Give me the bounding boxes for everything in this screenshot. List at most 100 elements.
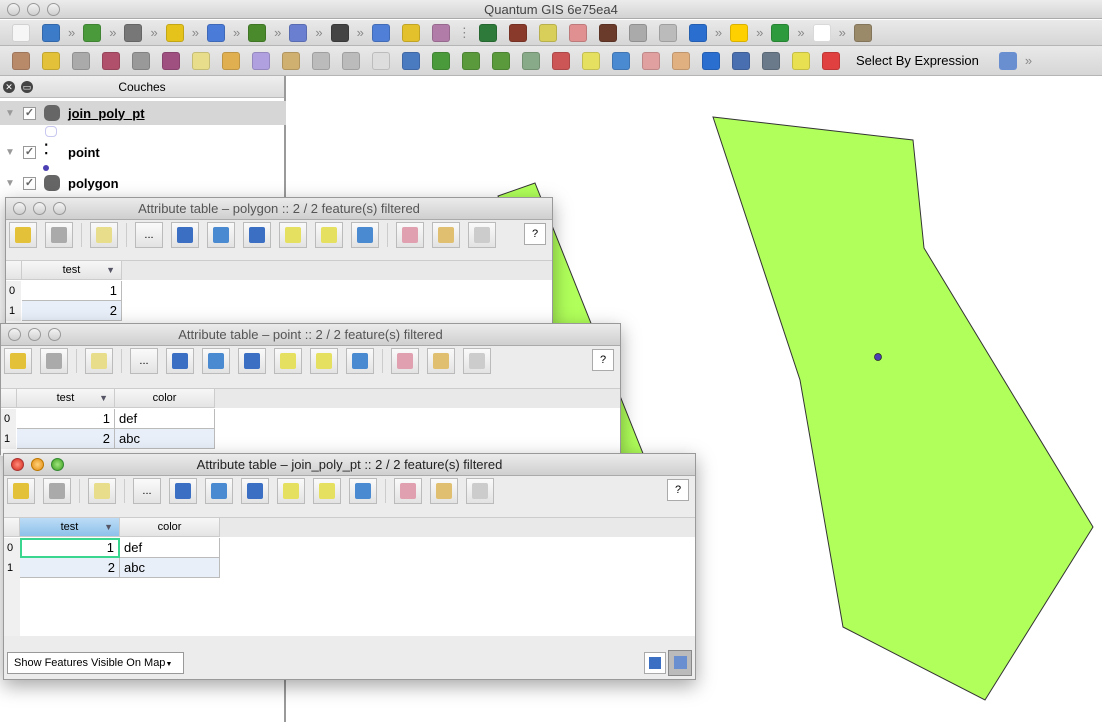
field-calculator-button[interactable]	[463, 348, 491, 374]
row-header[interactable]: 0	[4, 538, 19, 558]
deselect-icon[interactable]	[822, 51, 840, 70]
layer-item-join-poly-pt[interactable]: ▼ ✓ join_poly_pt	[0, 101, 286, 125]
toolbar-overflow-icon[interactable]: »	[192, 25, 199, 40]
select-all-button[interactable]	[169, 478, 197, 504]
minimize-button[interactable]	[31, 458, 44, 471]
field-calculator-button[interactable]	[466, 478, 494, 504]
cell-test-selected[interactable]: 1	[20, 538, 120, 558]
point-feature[interactable]	[874, 353, 882, 361]
raster-frame-icon[interactable]	[628, 23, 647, 42]
toggle-editing-button[interactable]	[4, 348, 32, 374]
close-window-button[interactable]	[7, 3, 20, 16]
pan-icon[interactable]	[402, 51, 420, 70]
toolbar-overflow-icon[interactable]: »	[715, 25, 722, 40]
open-project-icon[interactable]	[42, 23, 60, 42]
table-view-button[interactable]	[668, 650, 692, 676]
cell-color[interactable]: def	[115, 409, 215, 429]
row-header[interactable]: 0	[1, 409, 16, 429]
delete-column-button[interactable]	[396, 222, 424, 248]
cell-test[interactable]: 2	[22, 301, 122, 321]
paste-icon[interactable]	[282, 51, 300, 70]
window-title-bar[interactable]: Attribute table – point :: 2 / 2 feature…	[1, 324, 620, 346]
pan-to-selected-button[interactable]	[277, 478, 305, 504]
toggle-editing-button[interactable]	[9, 222, 37, 248]
zoom-layer-icon[interactable]	[582, 51, 600, 70]
raster-pink-icon[interactable]	[568, 23, 587, 42]
raster-blue-icon[interactable]	[371, 23, 390, 42]
cell-color[interactable]: abc	[120, 558, 220, 578]
close-button[interactable]	[11, 458, 24, 471]
zoom-button[interactable]	[48, 328, 61, 341]
float-panel-icon[interactable]: ▭	[21, 81, 33, 93]
toolbar-overflow-icon[interactable]: »	[315, 25, 322, 40]
select-icon[interactable]	[792, 51, 810, 70]
add-vector-icon[interactable]	[83, 23, 102, 42]
raster-star-icon[interactable]	[401, 23, 420, 42]
delete-selected-button[interactable]	[90, 222, 118, 248]
zoom-native-icon[interactable]	[522, 51, 540, 70]
layer-item-point[interactable]: ▼ ✓ ⁚ point	[0, 140, 286, 164]
toolbar-overflow-icon[interactable]: »	[839, 25, 846, 40]
row-header[interactable]: 1	[6, 301, 21, 321]
zoom-to-selected-button[interactable]	[315, 222, 343, 248]
help-button[interactable]: ?	[592, 349, 614, 371]
row-header[interactable]: 0	[6, 281, 21, 301]
digitize-icon[interactable]	[12, 51, 30, 70]
toolbar-overflow-icon[interactable]: »	[150, 25, 157, 40]
copy-selected-button[interactable]	[349, 478, 377, 504]
expand-icon[interactable]: ▼	[5, 108, 23, 119]
add-column-button[interactable]	[432, 222, 460, 248]
window-title-bar[interactable]: Attribute table – join_poly_pt :: 2 / 2 …	[4, 454, 695, 476]
cell-test[interactable]: 1	[17, 409, 115, 429]
minimize-button[interactable]	[28, 328, 41, 341]
save-edits-icon[interactable]	[72, 51, 90, 70]
help-button[interactable]: ?	[524, 223, 546, 245]
delete-selected-button[interactable]	[88, 478, 116, 504]
delete-column-button[interactable]	[391, 348, 419, 374]
action-gear-icon[interactable]	[762, 51, 780, 70]
pencil-icon[interactable]	[42, 51, 60, 70]
close-button[interactable]	[13, 202, 26, 215]
toggle-editing-button[interactable]	[7, 478, 35, 504]
move-selection-top-button[interactable]	[238, 348, 266, 374]
copy-selected-button[interactable]	[351, 222, 379, 248]
undo-icon[interactable]	[124, 23, 143, 42]
help-button[interactable]: ?	[667, 479, 689, 501]
open-attribute-table-icon[interactable]	[998, 51, 1017, 70]
histogram-icon[interactable]	[248, 23, 267, 42]
polygon-feature-large[interactable]	[712, 116, 1094, 701]
zoom-to-selected-button[interactable]	[310, 348, 338, 374]
field-calculator-button[interactable]	[468, 222, 496, 248]
expand-icon[interactable]: ▼	[5, 178, 23, 189]
copy-icon[interactable]	[252, 51, 270, 70]
xy-icon[interactable]	[372, 51, 390, 70]
zoom-out-icon[interactable]	[492, 51, 510, 70]
window-title-bar[interactable]: Attribute table – polygon :: 2 / 2 featu…	[6, 198, 552, 220]
move-icon[interactable]	[132, 51, 150, 70]
toolbar-overflow-icon[interactable]: »	[1025, 53, 1032, 68]
save-edits-button[interactable]	[43, 478, 71, 504]
new-project-icon[interactable]	[12, 23, 30, 42]
close-button[interactable]	[8, 328, 21, 341]
zoom-button[interactable]	[53, 202, 66, 215]
column-header-color[interactable]: color	[120, 518, 220, 537]
cell-color[interactable]: abc	[115, 429, 215, 449]
csw-icon[interactable]	[812, 23, 831, 42]
minimize-button[interactable]	[33, 202, 46, 215]
zoom-next-icon[interactable]	[672, 51, 690, 70]
minimize-window-button[interactable]	[27, 3, 40, 16]
raster-remove-icon[interactable]	[431, 23, 450, 42]
copy-selected-button[interactable]	[346, 348, 374, 374]
toolbar-overflow-icon[interactable]: »	[233, 25, 240, 40]
add-raster-green-icon[interactable]	[478, 23, 497, 42]
cut-icon[interactable]	[222, 51, 240, 70]
plugin-yellow-icon[interactable]	[165, 23, 184, 42]
expression-button[interactable]: ...	[135, 222, 163, 248]
pan-to-selected-button[interactable]	[279, 222, 307, 248]
refresh-icon[interactable]	[702, 51, 720, 70]
column-header-color[interactable]: color	[115, 389, 215, 408]
raster-tools-icon[interactable]	[598, 23, 617, 42]
pan-to-selected-button[interactable]	[274, 348, 302, 374]
add-polygon-icon[interactable]	[102, 51, 120, 70]
vertex-edit-icon[interactable]	[342, 51, 360, 70]
